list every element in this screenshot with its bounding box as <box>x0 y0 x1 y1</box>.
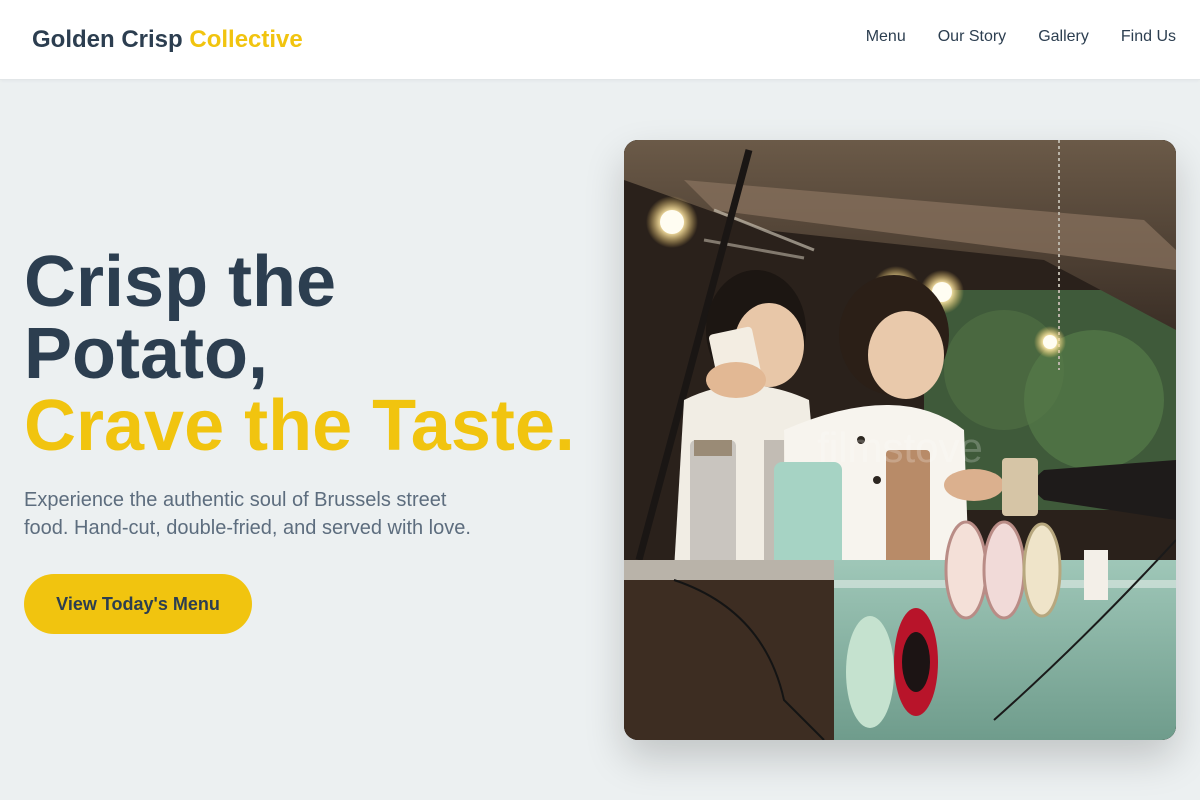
logo-accent-text: Collective <box>189 26 303 53</box>
nav-link-menu[interactable]: Menu <box>866 28 906 46</box>
photo-watermark: filmstove <box>817 424 983 471</box>
hero-title: Crisp the Potato, Crave the Taste. <box>24 246 614 462</box>
nav-link-find-us[interactable]: Find Us <box>1121 28 1176 46</box>
site-header: Golden Crisp Collective Menu Our Story G… <box>0 0 1200 80</box>
hero-title-accent: Crave the Taste. <box>24 386 575 466</box>
hero-photo: filmstove <box>624 140 1176 740</box>
food-stall-illustration: filmstove <box>624 140 1176 740</box>
view-menu-button[interactable]: View Today's Menu <box>24 574 252 634</box>
logo-text: Golden Crisp <box>32 26 183 53</box>
logo[interactable]: Golden Crisp Collective <box>32 26 303 54</box>
main-nav: Menu Our Story Gallery Find Us <box>866 28 1176 46</box>
hero-title-line-2: Potato, <box>24 314 268 394</box>
nav-link-our-story[interactable]: Our Story <box>938 28 1006 46</box>
hero-title-line-1: Crisp the <box>24 242 337 322</box>
hero-subtitle: Experience the authentic soul of Brussel… <box>24 489 471 539</box>
nav-link-gallery[interactable]: Gallery <box>1038 28 1089 46</box>
